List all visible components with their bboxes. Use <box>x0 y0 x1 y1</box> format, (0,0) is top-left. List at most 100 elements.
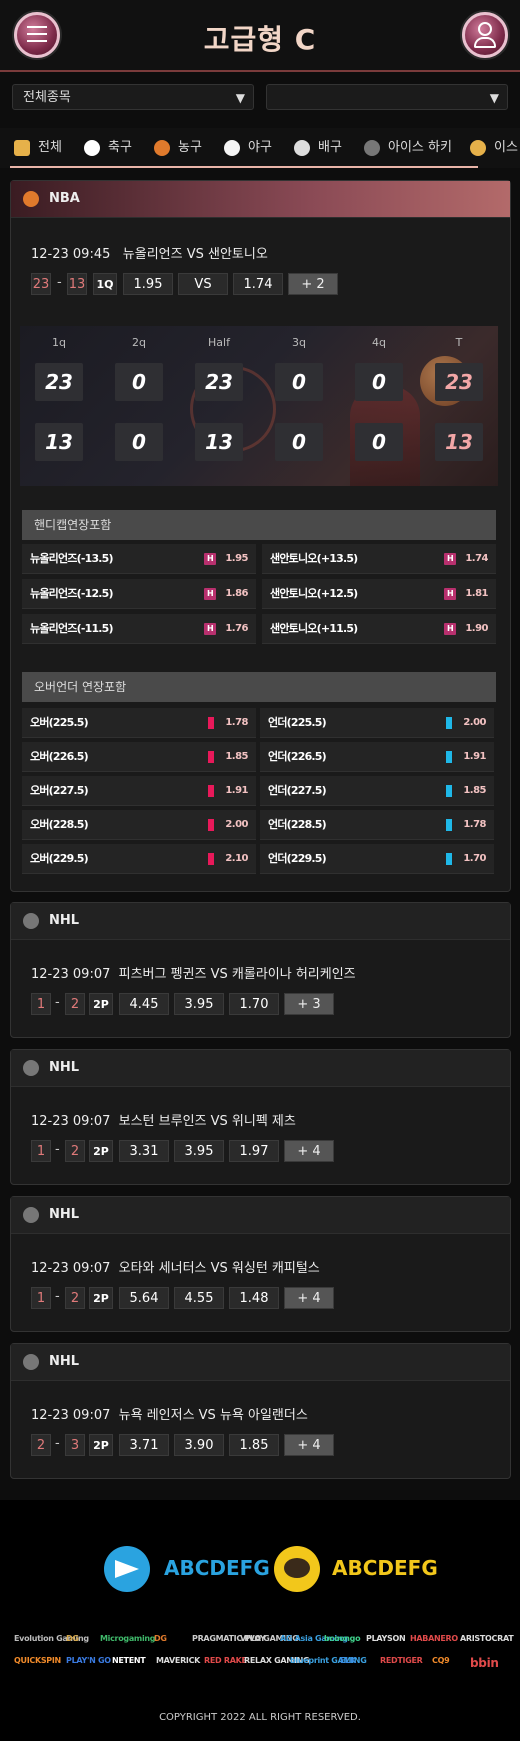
match-time: 12-23 09:07 <box>31 1408 111 1423</box>
league-name: NHL <box>49 1060 80 1075</box>
match-time: 12-23 09:07 <box>31 1261 111 1276</box>
draw-odds-button[interactable]: 3.90 <box>174 1434 224 1456</box>
tab-label: 축구 <box>108 140 132 155</box>
provider-logo: NETENT <box>112 1656 146 1665</box>
away-odds-button[interactable]: 1.70 <box>229 993 279 1015</box>
board-col-3q: 3q 0 0 <box>272 336 326 461</box>
draw-odds-button[interactable]: 4.55 <box>174 1287 224 1309</box>
away-score: 2 <box>65 1140 85 1162</box>
overunder-section-title: 오버언더 연장포함 <box>22 672 496 702</box>
over-bet[interactable]: 오버(228.5) 2.00 <box>22 810 256 840</box>
over-bet[interactable]: 오버(226.5) 1.85 <box>22 742 256 772</box>
home-score: 1 <box>31 993 51 1015</box>
sport-select[interactable]: 전체종목 ▼ <box>12 84 254 110</box>
chevron-down-icon: ▼ <box>235 91 245 105</box>
home-odds-button[interactable]: 5.64 <box>119 1287 169 1309</box>
over-bet[interactable]: 오버(227.5) 1.91 <box>22 776 256 806</box>
over-bet[interactable]: 오버(229.5) 2.10 <box>22 844 256 874</box>
kakao-button[interactable] <box>274 1546 320 1592</box>
score-separator: - <box>55 995 60 1010</box>
handicap-home-bet[interactable]: 뉴올리언즈(-11.5) H 1.76 <box>22 614 256 644</box>
under-bet[interactable]: 언더(226.5) 1.91 <box>260 742 494 772</box>
bet-odds: 1.91 <box>463 751 486 762</box>
away-odds-button[interactable]: 1.48 <box>229 1287 279 1309</box>
home-odds-button[interactable]: 3.71 <box>119 1434 169 1456</box>
away-odds-button[interactable]: 1.97 <box>229 1140 279 1162</box>
under-marker-icon <box>446 785 452 797</box>
telegram-icon <box>115 1560 139 1578</box>
handicap-home-bet[interactable]: 뉴올리언즈(-12.5) H 1.86 <box>22 579 256 609</box>
hockey-puck-icon <box>23 913 39 929</box>
tab-basketball[interactable]: 농구 <box>154 136 202 160</box>
bet-odds: 1.86 <box>225 588 248 599</box>
telegram-button[interactable] <box>104 1546 150 1592</box>
bet-odds: 1.76 <box>225 623 248 634</box>
top-header: 고급형 C <box>0 0 520 72</box>
more-markets-button[interactable]: + 2 <box>288 273 338 295</box>
provider-logo: bcoongo <box>324 1634 361 1643</box>
draw-odds-button[interactable]: 3.95 <box>174 1140 224 1162</box>
home-odds-button[interactable]: 4.45 <box>119 993 169 1015</box>
under-bet[interactable]: 언더(227.5) 1.85 <box>260 776 494 806</box>
tab-baseball[interactable]: 야구 <box>224 136 272 160</box>
home-score: 23 <box>31 273 51 295</box>
tab-underline <box>10 166 478 168</box>
away-odds-button[interactable]: 1.74 <box>233 273 283 295</box>
provider-logo: DG <box>154 1634 167 1643</box>
more-markets-button[interactable]: + 4 <box>284 1287 334 1309</box>
board-col-total: T 23 13 <box>432 336 486 461</box>
league-header: NHL <box>11 1344 510 1381</box>
score-separator: - <box>55 1289 60 1304</box>
footer: ABCDEFG ABCDEFG Evolution Gaming DG Micr… <box>0 1500 520 1741</box>
bet-odds: 1.70 <box>463 853 486 864</box>
handicap-badge-icon: H <box>444 623 456 635</box>
under-bet[interactable]: 언더(225.5) 2.00 <box>260 708 494 738</box>
over-bet[interactable]: 오버(225.5) 1.78 <box>22 708 256 738</box>
handicap-away-bet[interactable]: 샌안토니오(+11.5) H 1.90 <box>262 614 496 644</box>
away-odds-button[interactable]: 1.85 <box>229 1434 279 1456</box>
under-bet[interactable]: 언더(228.5) 1.78 <box>260 810 494 840</box>
board-home-value: 0 <box>115 363 163 401</box>
handicap-home-bet[interactable]: 뉴올리언즈(-13.5) H 1.95 <box>22 544 256 574</box>
home-score: 1 <box>31 1140 51 1162</box>
board-col-4q: 4q 0 0 <box>352 336 406 461</box>
draw-odds-button[interactable]: 3.95 <box>174 993 224 1015</box>
league-header: NHL <box>11 903 510 940</box>
league-header: NHL <box>11 1050 510 1087</box>
more-markets-button[interactable]: + 4 <box>284 1434 334 1456</box>
tab-volleyball[interactable]: 배구 <box>294 136 342 160</box>
league-name: NHL <box>49 1207 80 1222</box>
more-markets-button[interactable]: + 3 <box>284 993 334 1015</box>
match-teams: 피츠버그 펭귄즈 VS 캐롤라이나 허리케인즈 <box>118 967 356 982</box>
over-marker-icon <box>208 819 214 831</box>
match-teams: 오타와 세너터스 VS 워싱턴 캐피털스 <box>118 1261 320 1276</box>
bet-label: 뉴올리언즈(-13.5) <box>30 552 114 565</box>
provider-logo: HABANERO <box>410 1634 458 1643</box>
tab-soccer[interactable]: 축구 <box>84 136 132 160</box>
bet-odds: 2.00 <box>225 819 248 830</box>
league-select[interactable]: ▼ <box>266 84 508 110</box>
over-marker-icon <box>208 785 214 797</box>
match-info: 12-23 09:07 피츠버그 펭귄즈 VS 캐롤라이나 허리케인즈 <box>31 963 356 982</box>
tab-label: 야구 <box>248 140 272 155</box>
handicap-badge-icon: H <box>444 553 456 565</box>
home-odds-button[interactable]: 3.31 <box>119 1140 169 1162</box>
scoreboard: 1q 23 13 2q 0 0 Half 23 13 3q 0 0 4q 0 0… <box>20 326 498 486</box>
league-name: NBA <box>49 191 80 206</box>
tab-all[interactable]: 전체 <box>14 136 62 160</box>
under-marker-icon <box>446 819 452 831</box>
provider-logo: PLAYSON <box>366 1634 406 1643</box>
league-header: NHL <box>11 1197 510 1234</box>
user-button[interactable] <box>462 12 508 58</box>
handicap-away-bet[interactable]: 샌안토니오(+12.5) H 1.81 <box>262 579 496 609</box>
provider-logo: bbin <box>470 1656 499 1670</box>
home-odds-button[interactable]: 1.95 <box>123 273 173 295</box>
bet-label: 언더(227.5) <box>268 784 327 797</box>
board-home-value: 23 <box>35 363 83 401</box>
telegram-id: ABCDEFG <box>164 1556 270 1580</box>
tab-icehockey[interactable]: 아이스 하키 <box>364 136 452 160</box>
under-bet[interactable]: 언더(229.5) 1.70 <box>260 844 494 874</box>
handicap-away-bet[interactable]: 샌안토니오(+13.5) H 1.74 <box>262 544 496 574</box>
more-markets-button[interactable]: + 4 <box>284 1140 334 1162</box>
tab-esports[interactable]: 이스 <box>470 136 518 160</box>
